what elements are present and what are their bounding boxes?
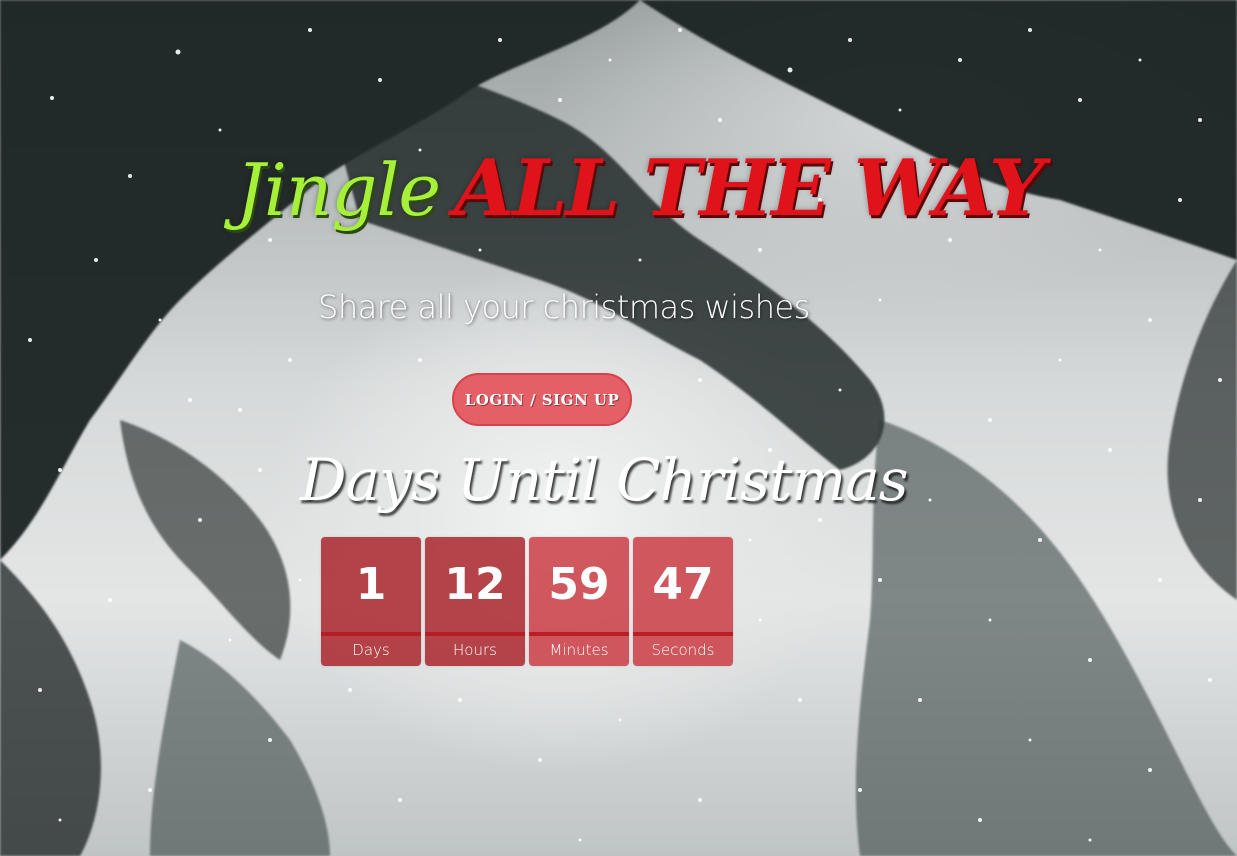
countdown-divider <box>529 632 629 636</box>
countdown-days-value: 1 <box>355 559 387 610</box>
countdown-timer: 1 Days 12 Hours 59 Minutes 47 Seconds <box>321 537 733 666</box>
countdown-seconds-label: Seconds <box>651 641 715 659</box>
subtitle: Share all your christmas wishes <box>318 288 810 326</box>
countdown-minutes-value: 59 <box>548 559 610 610</box>
page-title: Jingle ALL THE WAY <box>236 150 1045 228</box>
countdown-hours-value: 12 <box>444 559 506 610</box>
title-all-the-way: ALL THE WAY <box>454 143 1045 234</box>
login-signup-button[interactable]: LOGIN / SIGN UP <box>452 373 632 426</box>
countdown-minutes-label: Minutes <box>549 641 609 659</box>
countdown-heading: Days Until Christmas <box>300 446 909 514</box>
countdown-days: 1 Days <box>321 537 421 666</box>
countdown-hours-label: Hours <box>453 641 497 659</box>
hero-section: Jingle ALL THE WAY Share all your christm… <box>0 0 1237 856</box>
countdown-divider <box>425 632 525 636</box>
countdown-hours: 12 Hours <box>425 537 525 666</box>
countdown-divider <box>633 632 733 636</box>
countdown-seconds-value: 47 <box>652 559 714 610</box>
title-jingle: Jingle <box>236 148 441 232</box>
countdown-minutes: 59 Minutes <box>529 537 629 666</box>
countdown-seconds: 47 Seconds <box>633 537 733 666</box>
countdown-days-label: Days <box>352 641 390 659</box>
countdown-divider <box>321 632 421 636</box>
